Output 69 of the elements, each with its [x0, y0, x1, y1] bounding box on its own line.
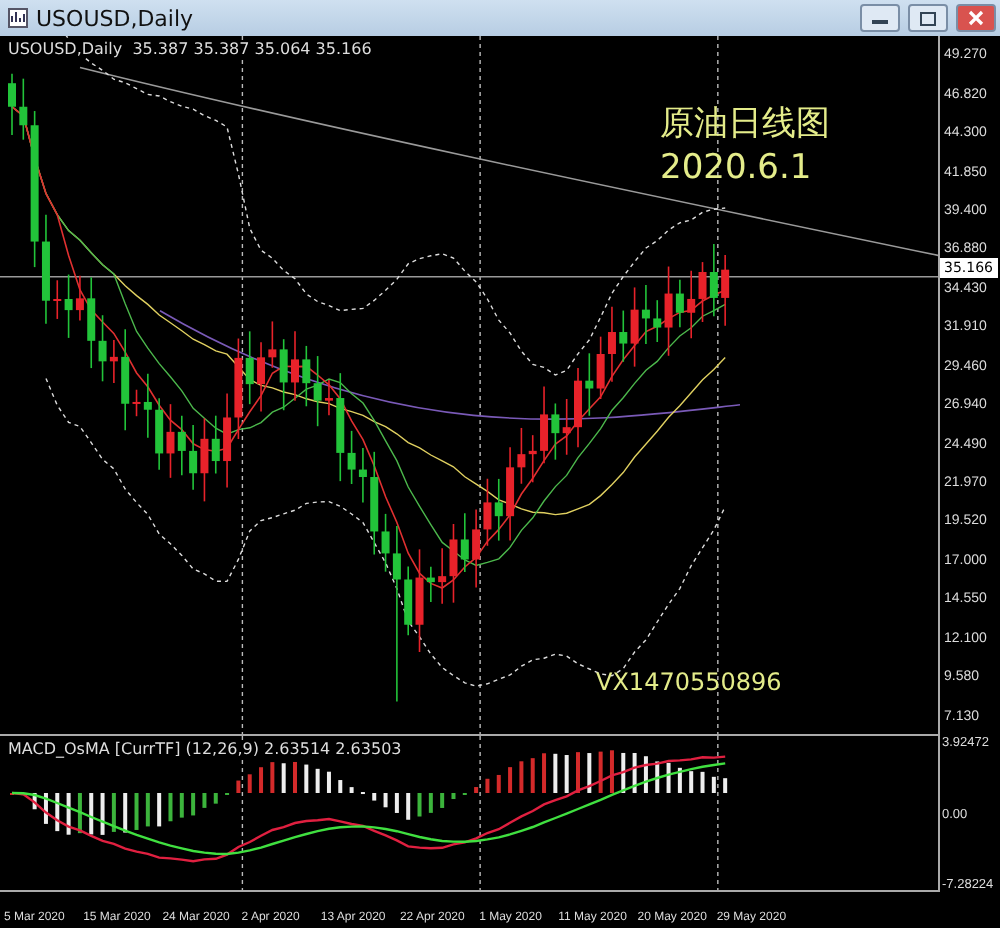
close-icon: [968, 10, 984, 26]
histogram-bar: [440, 793, 445, 808]
histogram-bar: [417, 793, 422, 817]
histogram-bar: [485, 778, 490, 793]
maximize-icon: [920, 11, 936, 25]
histogram-bar: [66, 793, 71, 835]
histogram-bar: [632, 753, 637, 793]
histogram-bar: [55, 793, 60, 832]
histogram-bar: [326, 771, 331, 793]
chart-window-icon: [8, 8, 28, 28]
histogram-bar: [666, 762, 671, 793]
histogram-bar: [191, 793, 196, 816]
histogram-bar: [315, 768, 320, 793]
histogram-bar: [530, 758, 535, 793]
histogram-bar: [519, 761, 524, 793]
histogram-bar: [643, 756, 648, 793]
histogram-bar: [100, 793, 105, 835]
histogram-bar: [406, 793, 411, 820]
histogram-bar: [179, 793, 184, 818]
histogram-bar: [394, 793, 399, 813]
histogram-bar: [304, 764, 309, 793]
histogram-bar: [32, 793, 37, 810]
minimize-button[interactable]: [860, 4, 900, 32]
histogram-bar: [145, 793, 150, 827]
histogram-bar: [168, 793, 173, 822]
histogram-bar: [553, 753, 558, 793]
histogram-bar: [655, 761, 660, 793]
histogram-bar: [428, 793, 433, 813]
histogram-bar: [474, 787, 479, 793]
histogram-bar: [689, 771, 694, 793]
histogram-bar: [247, 774, 252, 793]
histogram-bar: [43, 793, 48, 824]
histogram-bar: [349, 787, 354, 793]
histogram-bar: [723, 778, 728, 793]
histogram-bar: [281, 763, 286, 793]
histogram-bar: [259, 767, 264, 793]
histogram-bar: [700, 771, 705, 793]
histogram-bar: [338, 780, 343, 793]
histogram-bar: [89, 793, 94, 835]
histogram-bar: [77, 793, 82, 834]
histogram-bar: [236, 780, 241, 793]
histogram-bar: [609, 750, 614, 793]
histogram-bar: [677, 767, 682, 793]
histogram-bar: [587, 753, 592, 793]
close-button[interactable]: [956, 4, 996, 32]
histogram-bar: [111, 793, 116, 832]
histogram-bar: [496, 774, 501, 793]
histogram-bar: [202, 793, 207, 808]
macd-header: MACD_OsMA [CurrTF] (12,26,9) 2.63514 2.63503: [8, 740, 402, 758]
histogram-bar: [508, 767, 513, 793]
histogram-bar: [451, 793, 456, 799]
histogram-bar: [711, 776, 716, 793]
histogram-bar: [564, 755, 569, 793]
histogram-bar: [383, 793, 388, 808]
histogram-bar: [213, 793, 218, 804]
histogram-bar: [372, 793, 377, 801]
maximize-button[interactable]: [908, 4, 948, 32]
histogram-bar: [542, 753, 547, 793]
window-title: USOUSD,Daily: [36, 5, 196, 31]
histogram-bar: [134, 793, 139, 830]
histogram-bar: [621, 752, 626, 793]
overlay-title: 原油日线图: [660, 102, 830, 146]
histogram-bar: [157, 793, 162, 827]
histogram-bar: [598, 751, 603, 793]
histogram-bar: [270, 762, 275, 793]
overlay-date: 2020.6.1: [660, 148, 812, 188]
contact-text: VX1470550896: [596, 668, 782, 696]
chart-header: USOUSD,Daily 35.387 35.387 35.064 35.166: [8, 40, 372, 58]
histogram-bar: [123, 793, 128, 833]
